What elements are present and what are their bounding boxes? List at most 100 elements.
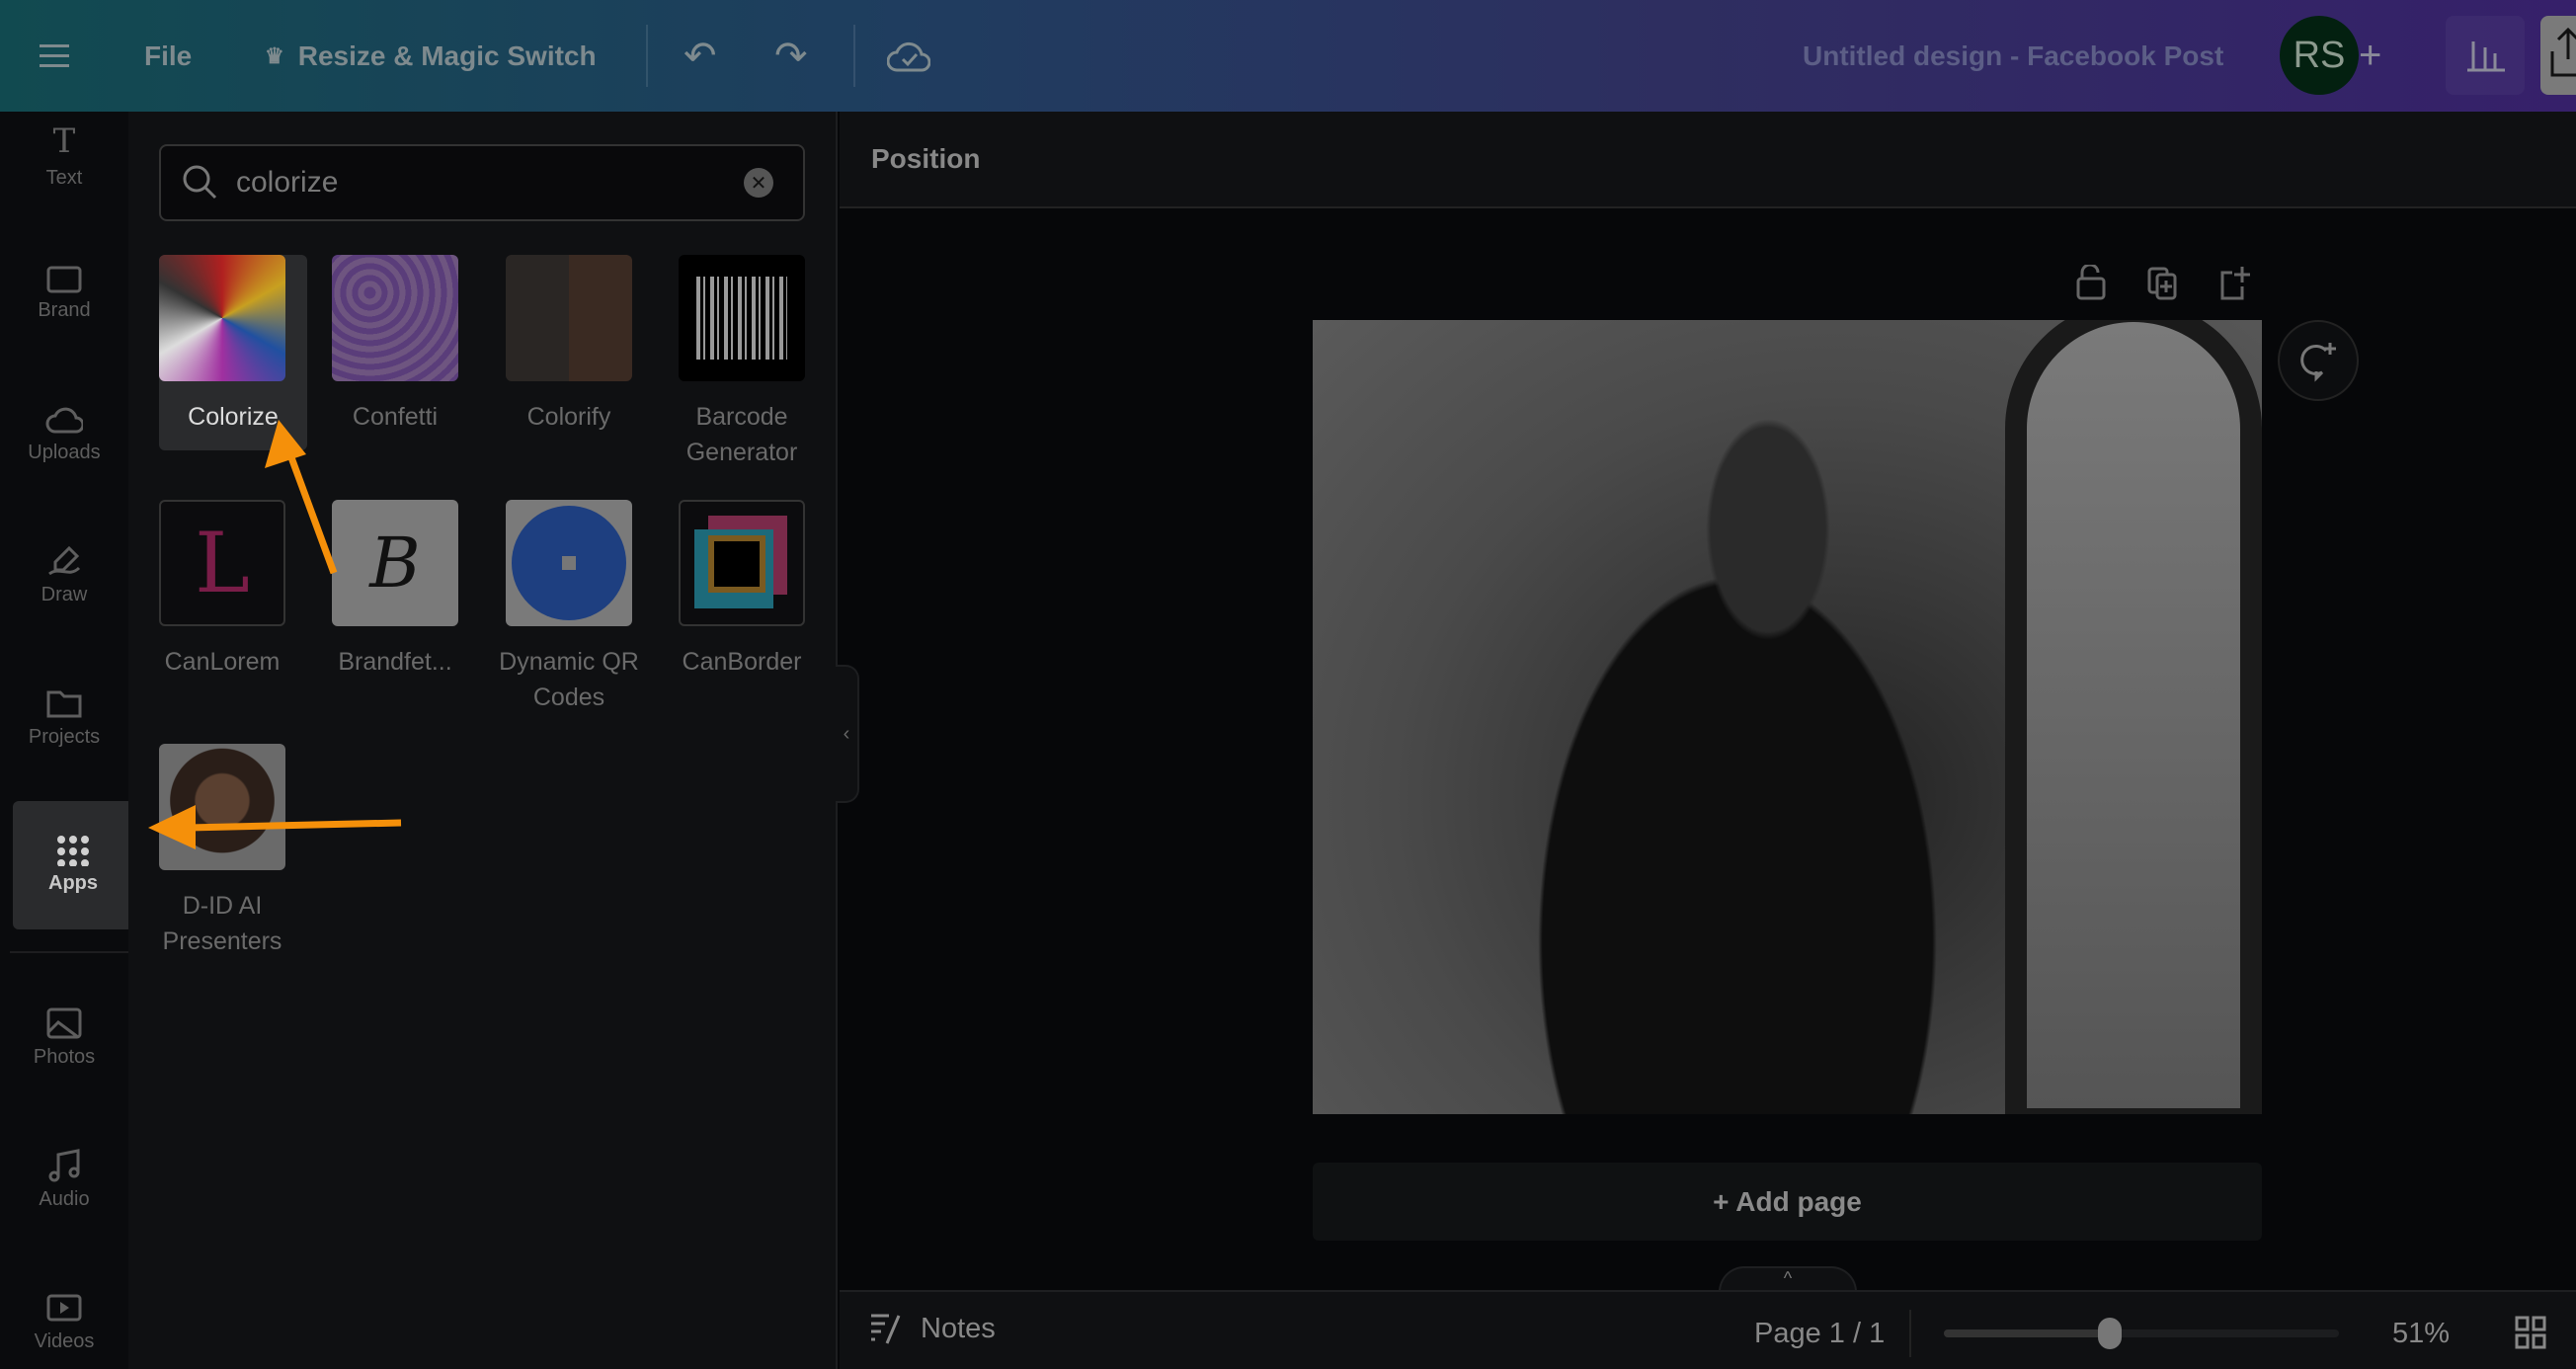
nav-draw[interactable]: Draw xyxy=(0,544,128,606)
app-barcode-generator[interactable]: Barcode Generator xyxy=(679,255,805,470)
video-icon xyxy=(46,1294,82,1322)
add-page-button[interactable]: + Add page xyxy=(1313,1163,2262,1241)
search-icon xyxy=(183,165,217,200)
nav-label: Text xyxy=(45,167,83,189)
cloud-upload-icon xyxy=(45,407,83,434)
app-label: Colorize xyxy=(188,403,279,431)
zoom-slider-thumb[interactable] xyxy=(2098,1318,2122,1349)
nav-videos[interactable]: Videos xyxy=(0,1291,128,1353)
position-header: Position xyxy=(840,112,2576,208)
colorify-thumbnail xyxy=(506,255,632,381)
nav-projects[interactable]: Projects xyxy=(0,686,128,749)
footer-bar: Notes Page 1 / 1 51% xyxy=(840,1290,2576,1369)
nav-text[interactable]: T Text xyxy=(0,121,128,190)
app-label: Confetti xyxy=(352,403,439,431)
divider xyxy=(646,25,648,87)
colorize-thumbnail xyxy=(159,255,285,381)
redo-icon[interactable]: ↷ xyxy=(774,0,808,112)
search-value: colorize xyxy=(236,166,339,199)
grid-view-icon[interactable] xyxy=(2515,1316,2546,1349)
clear-search-icon[interactable]: ✕ xyxy=(744,168,773,198)
nav-label: Photos xyxy=(33,1046,96,1068)
page-indicator[interactable]: Page 1 / 1 xyxy=(1754,1318,1885,1350)
music-icon xyxy=(48,1149,80,1182)
design-title[interactable]: Untitled design - Facebook Post xyxy=(1803,0,2223,112)
file-menu[interactable]: File xyxy=(144,0,192,112)
add-page-icon[interactable] xyxy=(2218,265,2250,300)
nav-label: Draw xyxy=(40,584,88,605)
notes-icon xyxy=(871,1314,901,1344)
hamburger-icon xyxy=(40,43,69,67)
app-label: CanBorder xyxy=(682,648,802,676)
zoom-slider[interactable] xyxy=(1944,1318,2339,1349)
canlorem-logo: L xyxy=(159,500,285,626)
nav-label: Videos xyxy=(34,1330,95,1352)
folder-icon xyxy=(46,690,82,718)
nav-audio[interactable]: Audio xyxy=(0,1149,128,1211)
design-canvas-photo[interactable] xyxy=(1313,320,2262,1114)
nav-apps[interactable]: Apps xyxy=(13,801,133,929)
notes-button[interactable]: Notes xyxy=(869,1312,996,1345)
d-id-thumbnail xyxy=(159,744,285,870)
window-arch xyxy=(2005,320,2262,1114)
nav-uploads[interactable]: Uploads xyxy=(0,402,128,464)
app-label: CanLorem xyxy=(164,648,281,676)
app-dynamic-qr-codes[interactable]: Dynamic QR Codes xyxy=(499,500,639,715)
expand-pages-tab[interactable]: ^ xyxy=(1719,1266,1857,1292)
draw-icon xyxy=(48,545,81,576)
barcode-thumbnail xyxy=(679,255,805,381)
app-label: Barcode Generator xyxy=(685,403,798,466)
nav-label: Brand xyxy=(38,299,91,321)
nav-brand[interactable]: Brand xyxy=(0,260,128,322)
comment-add-icon xyxy=(2300,343,2336,382)
app-label: Brandfet... xyxy=(338,648,452,676)
app-d-id-ai-presenters[interactable]: D-ID AI Presenters xyxy=(159,744,285,959)
side-nav: T Text Brand Uploads Draw Projects Apps P… xyxy=(0,112,133,1369)
notes-label: Notes xyxy=(921,1312,996,1344)
photo-icon xyxy=(46,1007,82,1039)
avatar[interactable]: RS xyxy=(2280,16,2359,95)
zoom-percentage[interactable]: 51% xyxy=(2392,1318,2450,1350)
app-brandfetch[interactable]: B Brandfet... xyxy=(332,500,458,680)
insights-button[interactable] xyxy=(2446,16,2525,95)
add-comment-button[interactable] xyxy=(2278,320,2359,401)
app-confetti[interactable]: Confetti xyxy=(332,255,458,435)
apps-grid-icon xyxy=(57,836,89,866)
crown-icon: ♛ xyxy=(265,42,284,68)
app-canlorem[interactable]: L CanLorem xyxy=(159,500,285,680)
collapse-panel-handle[interactable]: ‹ xyxy=(836,665,859,803)
menu-button[interactable] xyxy=(40,0,69,112)
app-colorize[interactable]: Colorize xyxy=(159,255,307,450)
app-label: D-ID AI Presenters xyxy=(162,892,282,955)
duplicate-page-icon[interactable] xyxy=(2147,267,2179,300)
share-button[interactable] xyxy=(2540,16,2576,95)
app-canborder[interactable]: CanBorder xyxy=(679,500,805,680)
position-label[interactable]: Position xyxy=(871,143,980,175)
resize-label: Resize & Magic Switch xyxy=(297,40,597,71)
search-input[interactable]: colorize ✕ xyxy=(159,144,805,221)
qr-logo xyxy=(506,500,632,626)
zoom-slider-fill xyxy=(1944,1329,2110,1337)
nav-label: Projects xyxy=(28,726,101,748)
divider xyxy=(1909,1310,1911,1357)
app-label: Colorify xyxy=(526,403,611,431)
app-colorify[interactable]: Colorify xyxy=(506,255,632,435)
resize-button[interactable]: ♛ Resize & Magic Switch xyxy=(265,0,597,112)
brandfetch-logo: B xyxy=(332,500,458,626)
brand-icon xyxy=(46,266,82,293)
share-icon xyxy=(2550,27,2576,77)
nav-label: Audio xyxy=(39,1188,90,1210)
undo-icon[interactable]: ↶ xyxy=(684,0,717,112)
nav-label: Apps xyxy=(48,872,98,894)
app-label: Dynamic QR Codes xyxy=(499,648,639,711)
add-page-label: + Add page xyxy=(1713,1185,1862,1217)
add-collaborator-icon[interactable]: + xyxy=(2359,16,2398,95)
woman-figure xyxy=(1431,379,2044,1114)
top-bar: File ♛ Resize & Magic Switch ↶ ↷ Untitled… xyxy=(0,0,2576,112)
apps-panel: colorize ✕ Colorize Confetti Colorify Ba… xyxy=(128,112,859,1369)
nav-photos[interactable]: Photos xyxy=(0,1007,128,1069)
unlock-icon[interactable] xyxy=(2076,265,2106,300)
nav-label: Uploads xyxy=(28,442,101,463)
cloud-saved-icon[interactable] xyxy=(887,0,930,112)
canborder-logo xyxy=(679,500,805,626)
